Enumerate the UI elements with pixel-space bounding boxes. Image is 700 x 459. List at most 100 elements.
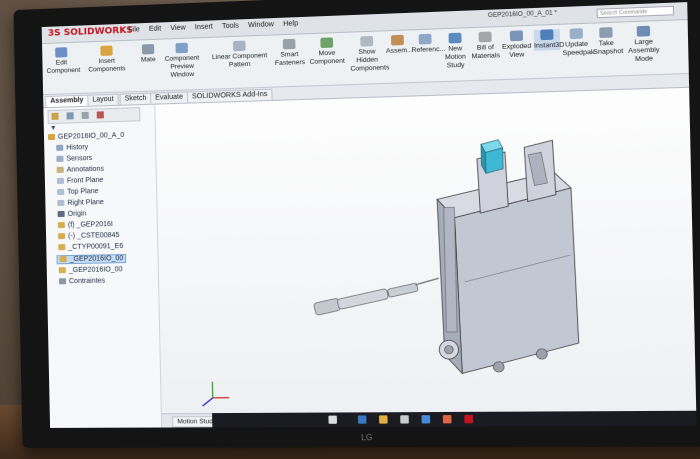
plane-icon: [57, 189, 65, 196]
bom-icon: [478, 31, 492, 43]
start-icon[interactable]: [328, 415, 337, 424]
menu-tools[interactable]: Tools: [222, 22, 239, 30]
feature-manager-tree: ▼ GEP2016IO_00_A_0 History Sensors Annot…: [43, 104, 163, 428]
part-icon: [59, 256, 67, 263]
sensors-icon: [56, 155, 64, 163]
tree-item-front-plane[interactable]: Front Plane: [56, 177, 103, 185]
preview-window-icon: [175, 42, 188, 54]
move-component-button[interactable]: Move Component: [306, 37, 349, 67]
tree-item-component-4-selected[interactable]: _GEP2016IO_00: [56, 253, 127, 265]
annotations-icon: [56, 166, 64, 174]
edit-component-icon: [55, 47, 68, 58]
part-icon: [57, 222, 65, 229]
reference-geometry-button[interactable]: Referenc...: [411, 33, 445, 55]
snapshot-icon: [599, 27, 613, 39]
show-hidden-icon: [360, 35, 374, 47]
pattern-icon: [232, 40, 246, 52]
solidworks-taskbar-icon[interactable]: [464, 414, 474, 424]
new-motion-study-button[interactable]: New Motion Study: [441, 32, 470, 70]
view-triad: [202, 381, 229, 406]
tree-item-right-plane[interactable]: Right Plane: [57, 199, 104, 207]
part-icon: [58, 267, 66, 274]
tree-item-history[interactable]: History: [56, 144, 88, 152]
assembly-icon: [47, 134, 56, 141]
edit-component-button[interactable]: Edit Component: [46, 47, 80, 76]
move-icon: [320, 37, 334, 49]
take-snapshot-button[interactable]: Take Snapshot: [593, 27, 623, 57]
store-icon[interactable]: [400, 415, 409, 424]
exploded-view-icon: [509, 30, 524, 42]
tree-item-component-2[interactable]: (-) _CSTE00845: [58, 232, 120, 240]
insert-components-icon: [100, 45, 113, 56]
bill-of-materials-button[interactable]: Bill of Materials: [471, 31, 500, 61]
instant3d-button[interactable]: Instant3D: [533, 29, 564, 51]
menu-edit[interactable]: Edit: [149, 25, 161, 33]
document-title: GEP2016IO_00_A_01 *: [487, 10, 558, 20]
search-commands-input[interactable]: Search Commands: [596, 5, 675, 19]
part-icon: [58, 244, 66, 251]
tree-item-component-1[interactable]: (f) _GEP2016I: [57, 221, 113, 229]
plane-icon: [56, 177, 65, 185]
mates-icon: [58, 278, 67, 285]
screen: 3S SOLIDWORKS File Edit View Insert Tool…: [41, 2, 697, 428]
plane-icon: [57, 200, 65, 207]
tree-item-component-5[interactable]: _GEP2016IO_00: [58, 266, 123, 274]
monitor: LG 3S SOLIDWORKS File Edit View Insert T…: [13, 0, 700, 449]
origin-icon: [57, 211, 65, 218]
solidworks-logo: 3S SOLIDWORKS: [47, 25, 134, 39]
smart-fasteners-button[interactable]: Smart Fasteners: [274, 38, 305, 68]
assembly-features-icon: [390, 34, 404, 46]
appearance-tab-icon[interactable]: [96, 111, 104, 119]
tab-evaluate[interactable]: Evaluate: [149, 91, 189, 104]
sensor-module[interactable]: [481, 140, 503, 174]
configuration-tab-icon[interactable]: [81, 111, 89, 120]
tab-sketch[interactable]: Sketch: [119, 92, 152, 105]
menu-file[interactable]: File: [128, 26, 140, 34]
instant3d-icon: [540, 29, 554, 41]
menu-insert[interactable]: Insert: [195, 23, 213, 31]
tree-item-top-plane[interactable]: Top Plane: [57, 188, 99, 196]
part-icon: [58, 233, 66, 240]
menu-bar: File Edit View Insert Tools Window Help: [128, 20, 305, 34]
file-explorer-icon[interactable]: [378, 415, 388, 424]
app-icon[interactable]: [442, 415, 452, 424]
linear-component-pattern-button[interactable]: Linear Component Pattern: [206, 40, 273, 71]
tree-item-root-assembly[interactable]: GEP2016IO_00_A_0: [47, 132, 124, 141]
large-assembly-mode-button[interactable]: Large Assembly Mode: [621, 25, 666, 65]
monitor-brand-logo: LG: [361, 432, 373, 443]
history-icon: [56, 144, 64, 152]
fasteners-icon: [282, 38, 296, 50]
show-hidden-components-button[interactable]: Show Hidden Components: [350, 35, 389, 73]
mate-icon: [141, 43, 155, 55]
menu-view[interactable]: View: [170, 25, 186, 33]
property-manager-tab-icon[interactable]: [66, 112, 74, 120]
tree-item-annotations[interactable]: Annotations: [56, 166, 104, 174]
component-preview-window-button[interactable]: Component Preview Window: [161, 42, 203, 80]
mail-icon[interactable]: [421, 415, 431, 424]
speedpak-icon: [569, 28, 583, 40]
menu-window[interactable]: Window: [248, 21, 274, 29]
update-speedpak-button[interactable]: Update Speedpak: [562, 28, 595, 58]
exploded-view-button[interactable]: Exploded View: [501, 30, 532, 60]
edge-icon[interactable]: [357, 415, 367, 424]
tree-item-origin[interactable]: Origin: [57, 210, 86, 218]
tree-item-sensors[interactable]: Sensors: [56, 155, 92, 163]
sensor-cable[interactable]: [313, 278, 440, 315]
motion-study-icon: [448, 32, 462, 44]
windows-taskbar: [212, 410, 697, 428]
insert-components-button[interactable]: Insert Components: [80, 45, 133, 75]
tree-toolbar: [47, 107, 141, 125]
tab-layout[interactable]: Layout: [87, 93, 119, 106]
tab-assembly[interactable]: Assembly: [45, 94, 89, 108]
feature-tree-tab-icon[interactable]: [51, 112, 59, 120]
assembly-features-button[interactable]: Assem...: [386, 34, 413, 56]
tree-item-component-3[interactable]: _CTYP00091_E6: [58, 243, 123, 251]
reference-geometry-icon: [418, 33, 432, 45]
tree-item-mates[interactable]: Contraintes: [58, 278, 105, 286]
filter-icon[interactable]: ▼: [50, 125, 57, 132]
graphics-area[interactable]: [155, 87, 697, 414]
mate-button[interactable]: Mate: [137, 43, 160, 65]
menu-help[interactable]: Help: [283, 20, 298, 28]
large-assembly-icon: [636, 25, 651, 37]
assembly-model[interactable]: [155, 88, 696, 414]
